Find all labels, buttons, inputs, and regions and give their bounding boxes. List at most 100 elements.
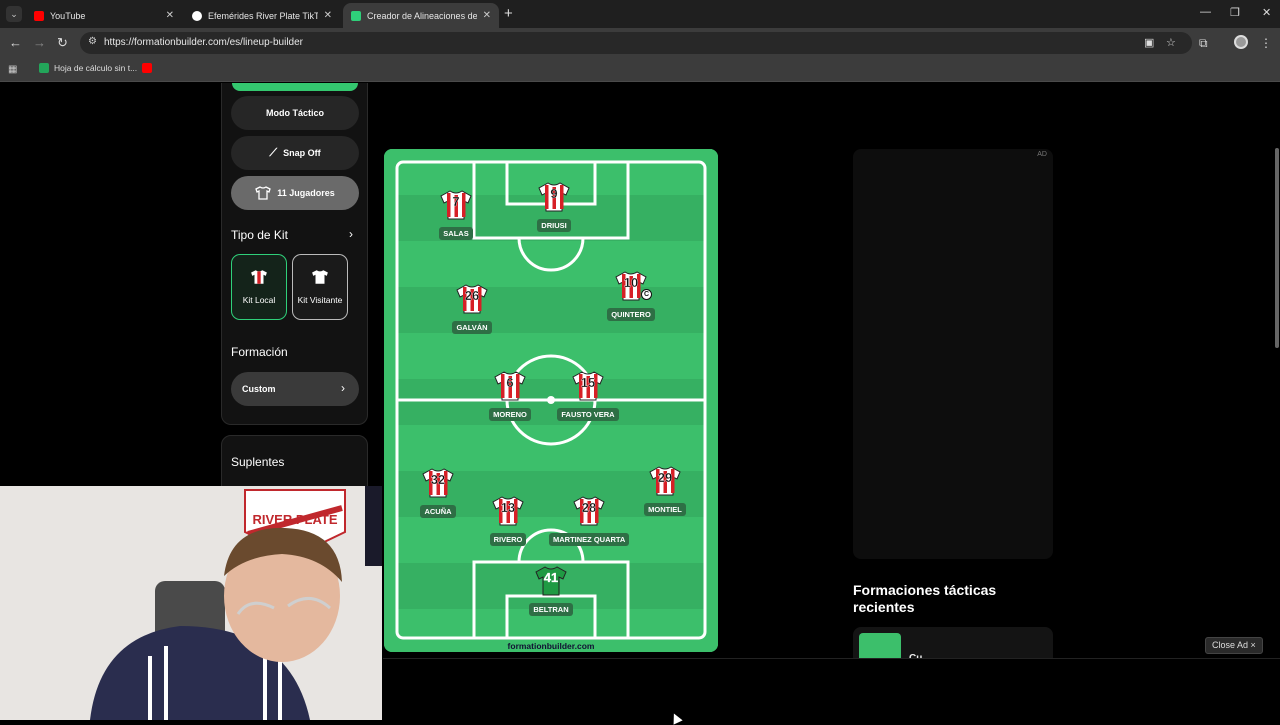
snap-label: Snap Off (283, 148, 321, 158)
player-name-tag[interactable]: MORENO (470, 404, 550, 422)
apps-grid-icon[interactable]: ▦ (8, 64, 17, 75)
tab-efemerides[interactable]: Efemérides River Plate TikTok ✕ (184, 3, 340, 28)
captain-badge: C (641, 289, 652, 300)
formation-title: Formación (231, 345, 288, 359)
bookmark-star-icon[interactable]: ☆ (1166, 36, 1176, 49)
bookmark-spreadsheet[interactable]: Hoja de cálculo sin t... (39, 63, 137, 73)
close-ad-button[interactable]: Close Ad × (1205, 637, 1263, 654)
player-name: MONTIEL (644, 503, 686, 516)
shirt-icon (255, 186, 272, 200)
player-number: 6 (506, 375, 514, 390)
formationbuilder-favicon-icon (351, 10, 361, 21)
player-number: 10 (623, 275, 639, 290)
home-kit-icon (251, 270, 267, 284)
reload-icon[interactable]: ↻ (57, 35, 68, 51)
tab-formation-builder[interactable]: Creador de Alineaciones de Fútb ✕ (343, 3, 499, 28)
player-name: SALAS (439, 227, 473, 240)
tiktok-favicon-icon (192, 10, 202, 21)
player-number: 41 (543, 570, 559, 585)
tactical-mode-label: Modo Táctico (266, 108, 324, 118)
address-toolbar: ← → ↻ ⚙ https://formationbuilder.com/es/… (0, 28, 1280, 58)
install-app-icon[interactable]: ▣ (1144, 36, 1154, 49)
back-icon[interactable]: ← (9, 35, 22, 51)
tab-search-chevron-icon[interactable]: ⌄ (6, 6, 22, 22)
ad-label: AD (1037, 151, 1047, 158)
player-name: QUINTERO (607, 308, 655, 321)
kit-away-label: Kit Visitante (297, 295, 343, 305)
away-kit-icon (312, 270, 328, 284)
ad-slot[interactable]: AD (853, 149, 1053, 559)
substitutes-title: Suplentes (231, 455, 285, 469)
close-tab-icon[interactable]: ✕ (483, 10, 491, 21)
player-name-tag[interactable]: BELTRAN (511, 599, 591, 617)
sheets-icon (39, 63, 49, 73)
tactical-mode-button[interactable]: Modo Táctico (231, 96, 359, 130)
player-name-tag[interactable]: SALAS (416, 223, 496, 241)
player-number: 26 (464, 288, 480, 303)
player-number: 28 (581, 500, 597, 515)
player-number: 7 (452, 194, 460, 209)
bottom-ad-strip (383, 658, 1280, 720)
kit-away-option[interactable]: Kit Visitante (292, 254, 348, 320)
tab-youtube[interactable]: YouTube ✕ (26, 3, 182, 28)
streamer-webcam-image: RIVER PLATE (0, 486, 382, 720)
tab-title: Efemérides River Plate TikTok (208, 10, 318, 21)
player-number: 32 (430, 472, 446, 487)
close-tab-icon[interactable]: ✕ (166, 10, 174, 21)
player-name-tag[interactable]: FAUSTO VERA (548, 404, 628, 422)
formation-value: Custom (242, 384, 276, 394)
chevron-right-icon[interactable]: › (349, 227, 353, 241)
player-name: ACUÑA (420, 505, 456, 518)
url-bar[interactable]: ⚙ https://formationbuilder.com/es/lineup… (80, 32, 1192, 54)
kit-type-title: Tipo de Kit (231, 228, 288, 242)
players-count-label: 11 Jugadores (277, 188, 335, 198)
profile-avatar-icon[interactable] (1234, 35, 1248, 49)
kit-home-option[interactable]: Kit Local (231, 254, 287, 320)
player-name: RIVERO (489, 533, 527, 546)
player-name-tag[interactable]: ACUÑA (398, 501, 478, 519)
player-name: BELTRAN (529, 603, 573, 616)
player-name: FAUSTO VERA (557, 408, 619, 421)
player-name-tag[interactable]: DRIUSI (514, 215, 594, 233)
pitch-watermark: formationbuilder.com (507, 641, 595, 651)
players-count-button[interactable]: 11 Jugadores (231, 176, 359, 210)
site-info-icon[interactable]: ⚙ (88, 36, 97, 47)
primary-action-button[interactable] (232, 83, 358, 91)
player-name-tag[interactable]: MARTINEZ QUARTA (549, 529, 630, 547)
close-tab-icon[interactable]: ✕ (324, 10, 332, 21)
bookmark-youtube[interactable] (142, 63, 157, 73)
youtube-bookmark-icon (142, 63, 152, 73)
url-text[interactable]: https://formationbuilder.com/es/lineup-b… (104, 37, 303, 48)
snap-toggle-button[interactable]: ⟋ Snap Off (231, 136, 359, 170)
tab-title: Creador de Alineaciones de Fútb (367, 10, 477, 21)
menu-dots-icon[interactable]: ⋮ (1260, 36, 1272, 50)
player-number: 9 (550, 186, 558, 201)
bookmarks-bar: ▦ Hoja de cálculo sin t... (0, 58, 1280, 82)
player-name-tag[interactable]: GALVÁN (432, 317, 512, 335)
page-scrollbar[interactable] (1275, 148, 1279, 348)
extensions-icon[interactable]: ⧉ (1199, 36, 1208, 51)
bookmark-label: Hoja de cálculo sin t... (54, 63, 138, 73)
minimize-icon[interactable]: — (1200, 6, 1211, 18)
formation-select[interactable]: Custom › (231, 372, 359, 406)
player-name-tag[interactable]: RIVERO (468, 529, 548, 547)
kit-home-label: Kit Local (242, 295, 276, 305)
browser-tab-bar: ⌄ YouTube ✕ Efemérides River Plate TikTo… (0, 0, 1280, 28)
player-number: 15 (580, 375, 596, 390)
forward-icon[interactable]: → (33, 35, 46, 51)
player-number: 13 (500, 500, 516, 515)
chevron-right-icon: › (341, 381, 345, 395)
new-tab-icon[interactable]: + (504, 6, 513, 22)
player-name: MARTINEZ QUARTA (549, 533, 630, 546)
player-number: 29 (657, 470, 673, 485)
youtube-favicon-icon (34, 10, 44, 21)
recent-formations-title: Formaciones tácticas recientes (853, 582, 997, 615)
restore-icon[interactable]: ❐ (1230, 6, 1240, 19)
player-name: GALVÁN (452, 321, 492, 334)
player-name: DRIUSI (537, 219, 571, 232)
player-name-tag[interactable]: QUINTERO (591, 304, 671, 322)
close-window-icon[interactable]: ✕ (1262, 6, 1271, 19)
football-pitch[interactable]: 7 SALAS 9 DRIUSI 26 GALVÁN 10 QUINTERO C … (384, 149, 718, 652)
player-name-tag[interactable]: MONTIEL (625, 499, 705, 517)
settings-panel: Modo Táctico ⟋ Snap Off 11 Jugadores Tip… (221, 83, 368, 425)
